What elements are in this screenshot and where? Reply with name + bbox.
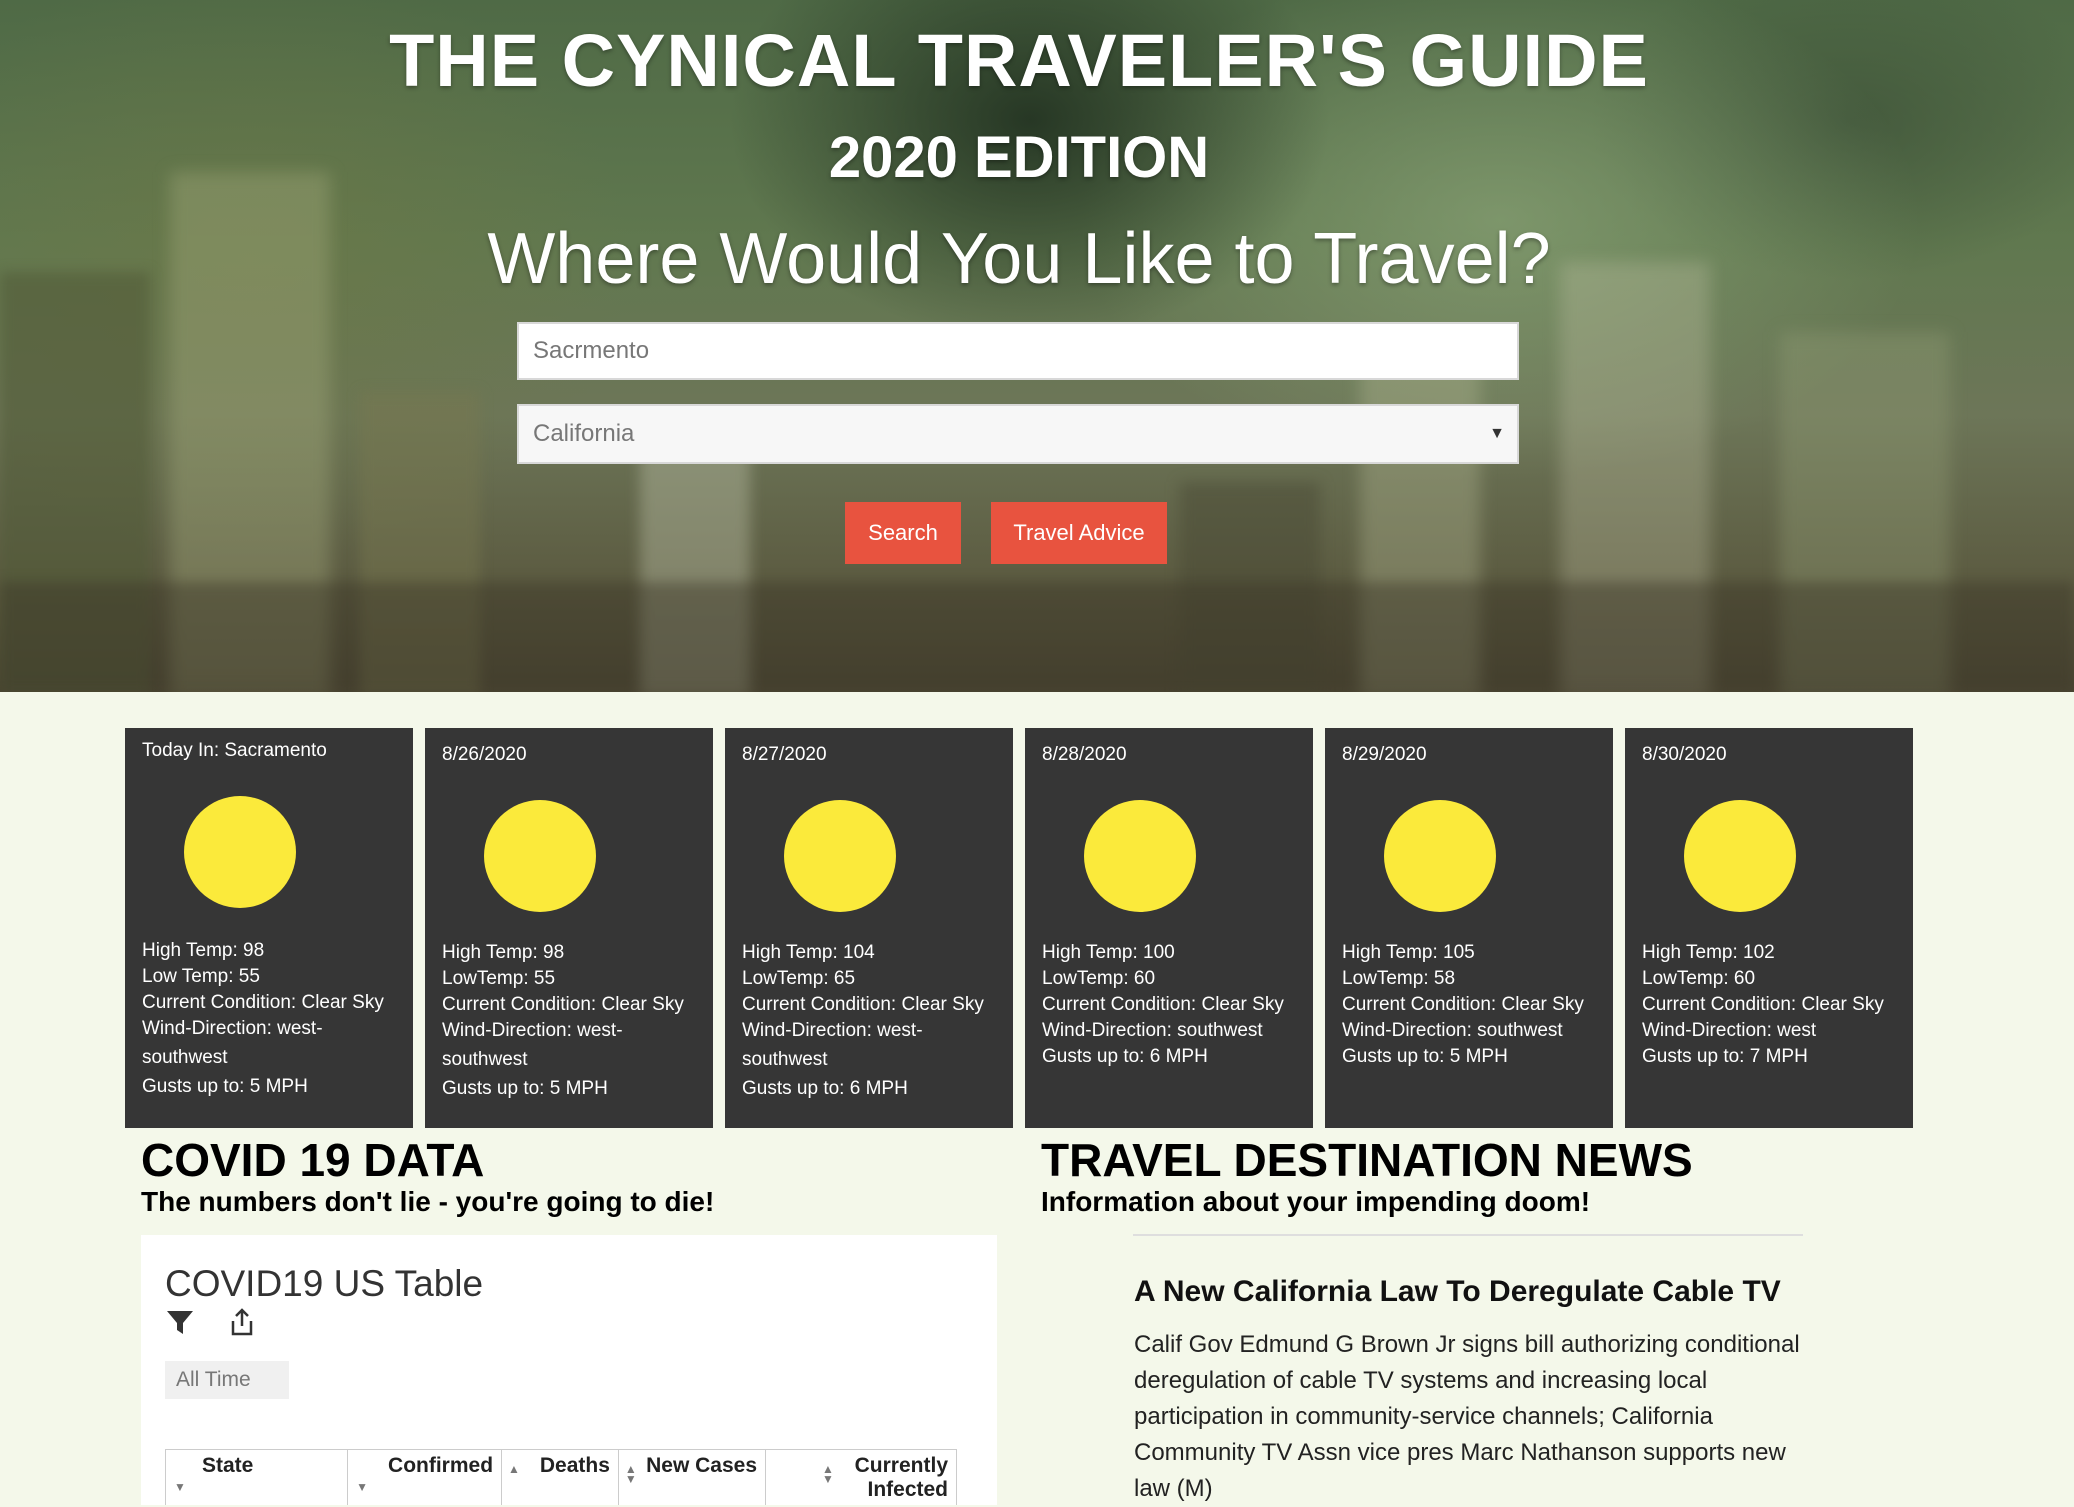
weather-card-day: 8/26/2020 High Temp: 98 LowTemp: 55 Curr… — [425, 728, 713, 1128]
news-section-subtitle: Information about your impending doom! — [1041, 1186, 1591, 1217]
column-header-currently-infected[interactable]: Currently Infected ▲ ▼ — [765, 1449, 957, 1505]
edition-label: 2020 EDITION — [828, 125, 1210, 190]
low-temp: LowTemp: 55 — [442, 968, 556, 989]
wind-direction: Wind-Direction: west- — [742, 1020, 923, 1041]
current-condition: Current Condition: Clear Sky — [1642, 994, 1884, 1015]
state-select[interactable]: California ▼ — [517, 404, 1519, 464]
gusts: Gusts up to: 5 MPH — [442, 1078, 608, 1099]
high-temp: High Temp: 98 — [142, 940, 265, 961]
covid-table-panel: COVID19 US Table All Time State ▼ Confir… — [141, 1235, 997, 1505]
time-range-filter[interactable]: All Time — [165, 1361, 289, 1399]
column-header-label: Confirmed — [388, 1454, 494, 1477]
covid-table-title: COVID19 US Table — [165, 1263, 484, 1304]
sort-down-icon: ▼ — [174, 1480, 186, 1494]
low-temp: LowTemp: 60 — [1042, 968, 1156, 989]
sort-both-icon: ▲ ▼ — [822, 1462, 834, 1486]
hero-banner: THE CYNICAL TRAVELER'S GUIDE 2020 EDITIO… — [0, 0, 2074, 692]
weather-card-day: 8/28/2020 High Temp: 100 LowTemp: 60 Cur… — [1025, 728, 1313, 1128]
wind-direction-cont: southwest — [142, 1047, 228, 1068]
sun-icon — [484, 800, 596, 912]
search-button[interactable]: Search — [845, 502, 961, 564]
news-section-title: TRAVEL DESTINATION NEWS — [1041, 1134, 1693, 1186]
share-export-icon[interactable] — [227, 1307, 257, 1337]
weather-card-day: 8/30/2020 High Temp: 102 LowTemp: 60 Cur… — [1625, 728, 1913, 1128]
covid-table: State ▼ Confirmed ▼ Deaths ▲ New Cases ▲… — [164, 1449, 957, 1505]
weather-card-today: Today In: Sacramento High Temp: 98 Low T… — [125, 728, 413, 1128]
gusts: Gusts up to: 6 MPH — [1042, 1046, 1208, 1067]
sun-icon — [1084, 800, 1196, 912]
wind-direction: Wind-Direction: west- — [442, 1020, 623, 1041]
current-condition: Current Condition: Clear Sky — [142, 992, 384, 1013]
low-temp: LowTemp: 58 — [1342, 968, 1456, 989]
high-temp: High Temp: 98 — [442, 942, 565, 963]
column-header-state[interactable]: State ▼ — [164, 1449, 349, 1505]
weather-date: 8/26/2020 — [442, 744, 527, 765]
weather-date: Today In: Sacramento — [142, 740, 327, 761]
weather-card-day: 8/29/2020 High Temp: 105 LowTemp: 58 Cur… — [1325, 728, 1613, 1128]
wind-direction: Wind-Direction: southwest — [1342, 1020, 1563, 1041]
news-article-body: Calif Gov Edmund G Brown Jr signs bill a… — [1134, 1331, 1800, 1502]
sun-icon — [1384, 800, 1496, 912]
low-temp: LowTemp: 65 — [742, 968, 856, 989]
backdrop-street — [0, 582, 2074, 692]
weather-details: High Temp: 98 Low Temp: 55 Current Condi… — [142, 938, 404, 1100]
news-article-headline[interactable]: A New California Law To Deregulate Cable… — [1134, 1275, 1781, 1309]
weather-date: 8/28/2020 — [1042, 744, 1127, 765]
current-condition: Current Condition: Clear Sky — [742, 994, 984, 1015]
column-header-deaths[interactable]: Deaths ▲ — [501, 1449, 619, 1505]
gusts: Gusts up to: 5 MPH — [142, 1076, 308, 1097]
weather-date: 8/30/2020 — [1642, 744, 1727, 765]
sun-icon — [1684, 800, 1796, 912]
weather-details: High Temp: 105 LowTemp: 58 Current Condi… — [1342, 940, 1604, 1070]
column-header-label: Currently Infected — [854, 1454, 948, 1501]
column-header-label: Deaths — [539, 1454, 610, 1477]
gusts: Gusts up to: 6 MPH — [742, 1078, 908, 1099]
low-temp: LowTemp: 60 — [1642, 968, 1756, 989]
wind-direction: Wind-Direction: southwest — [1042, 1020, 1263, 1041]
gusts: Gusts up to: 5 MPH — [1342, 1046, 1508, 1067]
covid-section-subtitle: The numbers don't lie - you're going to … — [141, 1186, 715, 1217]
high-temp: High Temp: 105 — [1342, 942, 1475, 963]
wind-direction: Wind-Direction: west- — [142, 1018, 323, 1039]
news-divider — [1133, 1234, 1803, 1236]
weather-date: 8/29/2020 — [1342, 744, 1427, 765]
travel-question: Where Would You Like to Travel? — [487, 219, 1551, 299]
site-title: THE CYNICAL TRAVELER'S GUIDE — [389, 19, 1649, 102]
caret-down-icon: ▼ — [1489, 425, 1505, 442]
high-temp: High Temp: 104 — [742, 942, 875, 963]
column-header-label: State — [202, 1454, 254, 1477]
current-condition: Current Condition: Clear Sky — [442, 994, 684, 1015]
column-header-label: New Cases — [646, 1454, 758, 1477]
column-header-confirmed[interactable]: Confirmed ▼ — [347, 1449, 503, 1505]
sun-icon — [784, 800, 896, 912]
sort-up-icon: ▲ — [508, 1462, 520, 1476]
low-temp: Low Temp: 55 — [142, 966, 260, 987]
current-condition: Current Condition: Clear Sky — [1342, 994, 1584, 1015]
filter-icon[interactable] — [165, 1307, 195, 1337]
wind-direction: Wind-Direction: west — [1642, 1020, 1817, 1041]
wind-direction-cont: southwest — [742, 1049, 828, 1070]
city-input[interactable] — [517, 322, 1519, 380]
column-header-new-cases[interactable]: New Cases ▲ ▼ — [617, 1449, 767, 1505]
travel-advice-button[interactable]: Travel Advice — [991, 502, 1167, 564]
state-selected-value: California — [533, 420, 635, 447]
weather-details: High Temp: 104 LowTemp: 65 Current Condi… — [742, 940, 1004, 1102]
sun-icon — [184, 796, 296, 908]
current-condition: Current Condition: Clear Sky — [1042, 994, 1284, 1015]
sort-both-icon: ▲ ▼ — [624, 1462, 637, 1486]
high-temp: High Temp: 100 — [1042, 942, 1175, 963]
wind-direction-cont: southwest — [442, 1049, 528, 1070]
sort-down-icon: ▼ — [356, 1480, 368, 1494]
weather-details: High Temp: 98 LowTemp: 55 Current Condit… — [442, 940, 704, 1102]
gusts: Gusts up to: 7 MPH — [1642, 1046, 1808, 1067]
high-temp: High Temp: 102 — [1642, 942, 1775, 963]
table-header-row: State ▼ Confirmed ▼ Deaths ▲ New Cases ▲… — [164, 1449, 957, 1505]
weather-date: 8/27/2020 — [742, 744, 827, 765]
weather-card-day: 8/27/2020 High Temp: 104 LowTemp: 65 Cur… — [725, 728, 1013, 1128]
weather-details: High Temp: 100 LowTemp: 60 Current Condi… — [1042, 940, 1304, 1070]
covid-section-title: COVID 19 DATA — [141, 1134, 485, 1186]
weather-details: High Temp: 102 LowTemp: 60 Current Condi… — [1642, 940, 1904, 1070]
